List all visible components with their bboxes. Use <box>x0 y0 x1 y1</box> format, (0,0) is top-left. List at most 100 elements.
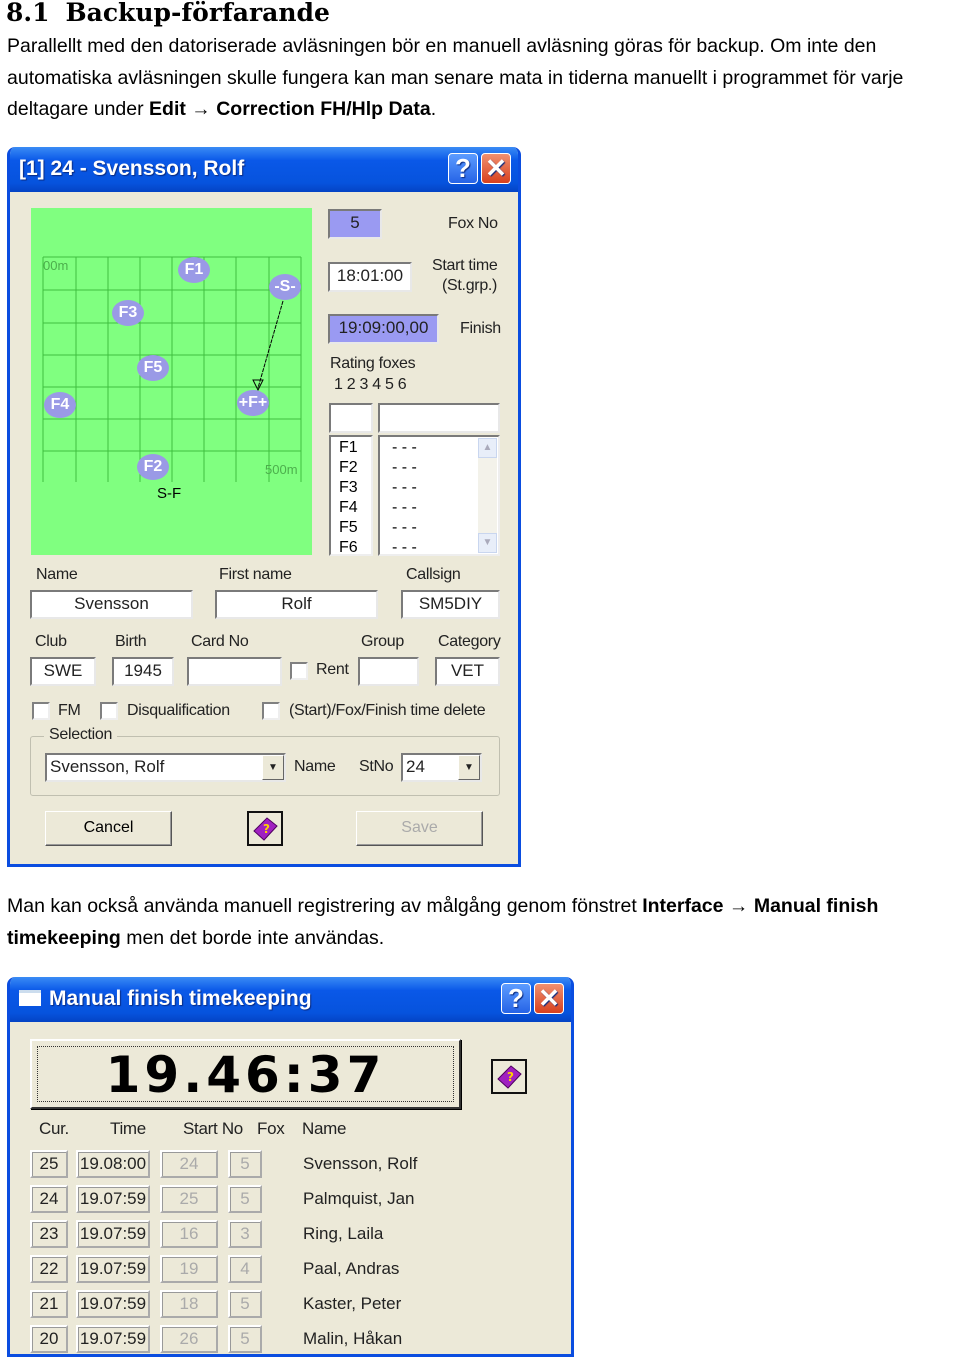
scroll-up-icon[interactable]: ▲ <box>478 438 497 458</box>
fox-marker[interactable]: F4 <box>44 392 76 418</box>
row-start-field[interactable]: 26 <box>160 1325 218 1353</box>
row-time-field[interactable]: 19.07:59 <box>76 1220 150 1248</box>
fox-no-field[interactable]: 5 <box>328 209 382 239</box>
fox-marker[interactable]: F5 <box>137 355 169 381</box>
row-fox-field[interactable]: 3 <box>228 1220 262 1248</box>
time-delete-checkbox[interactable] <box>262 702 280 720</box>
close-button[interactable]: ✕ <box>534 983 564 1014</box>
scrollbar[interactable]: ▲ ▼ <box>478 438 497 553</box>
row-cur-field[interactable]: 21 <box>30 1290 68 1318</box>
help-book-button[interactable]: ? <box>247 811 283 846</box>
row-cur-field[interactable]: 25 <box>30 1150 68 1178</box>
row-time-field[interactable]: 19.07:59 <box>76 1185 150 1213</box>
clock-display: 19.46:37 <box>30 1039 461 1109</box>
help-button[interactable]: ? <box>501 983 531 1014</box>
category-field[interactable]: VET <box>435 657 500 686</box>
finish-marker[interactable]: +F+ <box>237 390 269 416</box>
header-name: Name <box>302 1119 347 1138</box>
name-label: Name <box>36 566 78 583</box>
row-name: Paal, Andras <box>303 1259 400 1278</box>
fox-list-item[interactable]: F4 <box>339 498 371 518</box>
help-book-button[interactable]: ? <box>491 1059 527 1094</box>
name-select[interactable]: Svensson, Rolf ▼ <box>45 753 286 782</box>
map-grid <box>42 256 302 482</box>
first-name-label: First name <box>219 566 292 583</box>
close-button[interactable]: ✕ <box>481 153 511 184</box>
row-fox-field[interactable]: 5 <box>228 1185 262 1213</box>
help-book-icon: ? <box>253 817 278 841</box>
route-line <box>257 300 284 389</box>
start-group-label: (St.grp.) <box>442 277 498 294</box>
category-label: Category <box>438 633 501 650</box>
row-cur-field[interactable]: 20 <box>30 1325 68 1353</box>
finish-field[interactable]: 19:09:00,00 <box>328 314 439 344</box>
birth-field[interactable]: 1945 <box>112 657 174 686</box>
fox-list[interactable]: F1 F2 F3 F4 F5 F6 <box>329 435 373 556</box>
help-book-icon: ? <box>497 1065 522 1089</box>
rating-numbers: 1 2 3 4 5 6 <box>334 376 407 393</box>
row-name: Malin, Håkan <box>303 1329 403 1348</box>
arrow-head-icon <box>252 379 264 392</box>
header-fox: Fox <box>257 1119 285 1138</box>
fox-time-list[interactable]: - - -- - -- - -- - -- - -- - - ▲ ▼ <box>378 435 500 556</box>
chevron-down-icon[interactable]: ▼ <box>262 755 284 780</box>
fox-list-item[interactable]: F3 <box>339 478 371 498</box>
start-finish-label: S-F <box>157 485 182 502</box>
fox-time-input[interactable] <box>378 403 500 433</box>
rent-checkbox[interactable] <box>290 662 308 680</box>
rent-label: Rent <box>316 661 349 678</box>
fox-marker[interactable]: F1 <box>178 257 210 283</box>
fm-checkbox[interactable] <box>32 702 50 720</box>
name-field[interactable]: Svensson <box>30 590 193 619</box>
row-time-field[interactable]: 19.07:59 <box>76 1255 150 1283</box>
row-fox-field[interactable]: 5 <box>228 1290 262 1318</box>
row-time-field[interactable]: 19.07:59 <box>76 1325 150 1353</box>
title-bar: [1] 24 - Svensson, Rolf ? ✕ <box>10 147 518 192</box>
row-cur-field[interactable]: 23 <box>30 1220 68 1248</box>
fox-list-item[interactable]: F6 <box>339 538 371 554</box>
fox-marker[interactable]: F3 <box>112 300 144 326</box>
callsign-label: Callsign <box>406 566 461 583</box>
chevron-down-icon[interactable]: ▼ <box>458 755 480 780</box>
row-fox-field[interactable]: 5 <box>228 1150 262 1178</box>
save-button[interactable]: Save <box>356 811 483 846</box>
svg-text:?: ? <box>507 1070 514 1084</box>
header-cur: Cur. <box>39 1119 69 1138</box>
row-name: Kaster, Peter <box>303 1294 402 1313</box>
row-time-field[interactable]: 19.08:00 <box>76 1150 150 1178</box>
fox-marker[interactable]: F2 <box>137 454 169 480</box>
row-time-field[interactable]: 19.07:59 <box>76 1290 150 1318</box>
start-time-field[interactable]: 18:01:00 <box>328 262 412 292</box>
selection-legend: Selection <box>44 726 118 744</box>
row-name: Svensson, Rolf <box>303 1154 418 1173</box>
club-field[interactable]: SWE <box>30 657 96 686</box>
group-field[interactable] <box>358 657 419 686</box>
start-marker[interactable]: -S- <box>269 274 301 300</box>
help-button[interactable]: ? <box>448 153 478 184</box>
birth-label: Birth <box>115 633 147 650</box>
row-fox-field[interactable]: 5 <box>228 1325 262 1353</box>
paragraph-1: Parallellt med den datoriserade avläsnin… <box>7 35 904 120</box>
row-cur-field[interactable]: 24 <box>30 1185 68 1213</box>
stno-select[interactable]: 24 ▼ <box>401 753 482 782</box>
fox-list-item[interactable]: F2 <box>339 458 371 478</box>
fox-list-item[interactable]: F1 <box>339 438 371 458</box>
fox-input[interactable] <box>329 403 373 433</box>
row-start-field[interactable]: 18 <box>160 1290 218 1318</box>
disqualification-checkbox[interactable] <box>100 702 118 720</box>
fox-list-item[interactable]: F5 <box>339 518 371 538</box>
row-start-field[interactable]: 19 <box>160 1255 218 1283</box>
header-time: Time <box>110 1119 146 1138</box>
row-start-field[interactable]: 16 <box>160 1220 218 1248</box>
card-no-field[interactable] <box>187 657 282 686</box>
row-start-field[interactable]: 24 <box>160 1150 218 1178</box>
callsign-field[interactable]: SM5DIY <box>401 590 500 619</box>
first-name-field[interactable]: Rolf <box>215 590 378 619</box>
row-cur-field[interactable]: 22 <box>30 1255 68 1283</box>
row-start-field[interactable]: 25 <box>160 1185 218 1213</box>
scroll-down-icon[interactable]: ▼ <box>478 533 497 553</box>
row-fox-field[interactable]: 4 <box>228 1255 262 1283</box>
cancel-button[interactable]: Cancel <box>45 811 172 846</box>
section-heading: 8.1 Backup-förfarande <box>6 0 330 27</box>
participant-dialog: [1] 24 - Svensson, Rolf ? ✕ 00m 500m S-F… <box>7 147 521 867</box>
